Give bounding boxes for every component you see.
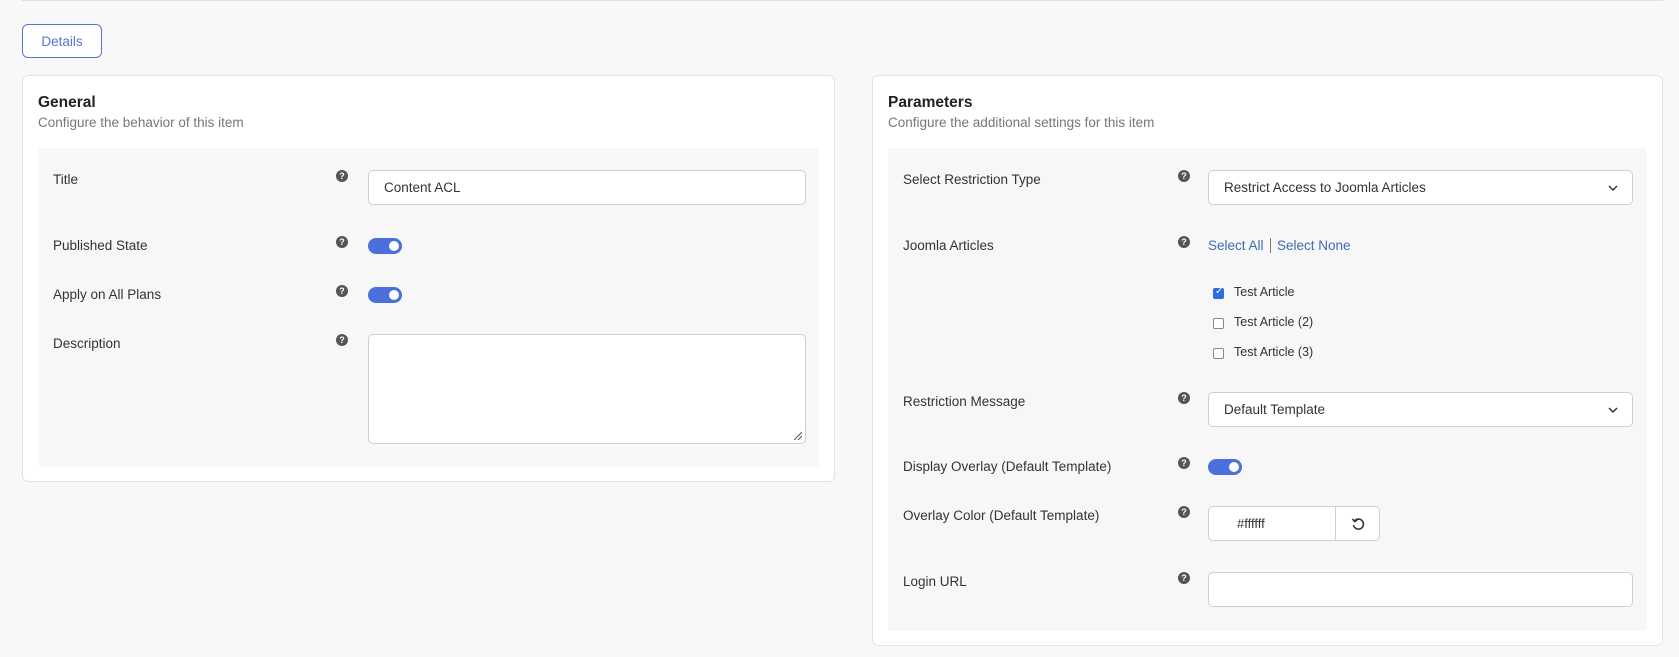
general-card: General Configure the behavior of this i… (22, 75, 835, 482)
joomla-articles-label: Joomla Articles (903, 238, 994, 253)
article-label-1: Test Article (1234, 285, 1295, 299)
overlay-color-group: #ffffff (1208, 506, 1380, 541)
parameters-form-panel: Select Restriction Type ? Restrict Acces… (888, 148, 1647, 631)
restriction-type-label: Select Restriction Type (903, 172, 1041, 187)
restriction-type-select[interactable]: Restrict Access to Joomla Articles (1208, 170, 1633, 205)
overlay-color-help-icon[interactable]: ? (1178, 506, 1190, 518)
general-title: General (38, 94, 96, 111)
restriction-type-value: Restrict Access to Joomla Articles (1224, 180, 1426, 195)
description-textarea[interactable] (368, 334, 806, 444)
description-label: Description (53, 336, 121, 351)
restriction-message-value: Default Template (1224, 402, 1326, 417)
article-label-2: Test Article (2) (1234, 315, 1314, 329)
login-url-help-icon[interactable]: ? (1178, 572, 1190, 584)
select-all-link[interactable]: Select All (1208, 238, 1264, 253)
parameters-card: Parameters Configure the additional sett… (872, 75, 1663, 646)
parameters-subtitle: Configure the additional settings for th… (888, 115, 1155, 130)
reset-color-button[interactable] (1336, 506, 1380, 541)
restriction-message-help-icon[interactable]: ? (1178, 392, 1190, 404)
title-label: Title (53, 172, 79, 187)
article-label-3: Test Article (3) (1234, 345, 1314, 359)
restriction-type-help-icon[interactable]: ? (1178, 170, 1190, 182)
display-overlay-help-icon[interactable]: ? (1178, 457, 1190, 469)
chevron-down-icon (1608, 407, 1618, 414)
title-input[interactable]: Content ACL (368, 170, 806, 205)
general-form-panel: Title ? Content ACL Published State ? Ap… (38, 148, 819, 467)
restriction-message-label: Restriction Message (903, 394, 1026, 409)
login-url-label: Login URL (903, 574, 967, 589)
reset-icon (1351, 517, 1364, 530)
chevron-down-icon (1608, 185, 1618, 192)
top-divider (22, 0, 1663, 1)
display-overlay-toggle[interactable] (1208, 459, 1242, 475)
apply-all-plans-label: Apply on All Plans (53, 287, 162, 302)
link-separator (1270, 238, 1271, 253)
published-state-label: Published State (53, 238, 148, 253)
details-tab-button[interactable]: Details (22, 24, 102, 58)
parameters-title: Parameters (888, 94, 973, 111)
article-checkbox-3[interactable] (1213, 348, 1224, 359)
published-state-help-icon[interactable]: ? (336, 236, 348, 248)
overlay-color-label: Overlay Color (Default Template) (903, 508, 1100, 523)
joomla-articles-help-icon[interactable]: ? (1178, 236, 1190, 248)
apply-all-plans-help-icon[interactable]: ? (336, 285, 348, 297)
display-overlay-label: Display Overlay (Default Template) (903, 459, 1112, 474)
restriction-message-select[interactable]: Default Template (1208, 392, 1633, 427)
apply-all-plans-toggle[interactable] (368, 287, 402, 303)
article-checkbox-1[interactable] (1213, 286, 1224, 299)
title-help-icon[interactable]: ? (336, 170, 348, 182)
select-none-link[interactable]: Select None (1277, 238, 1351, 253)
general-subtitle: Configure the behavior of this item (38, 115, 244, 130)
published-state-toggle[interactable] (368, 238, 402, 254)
article-checkbox-2[interactable] (1213, 318, 1224, 329)
description-help-icon[interactable]: ? (336, 334, 348, 346)
resize-handle-icon[interactable] (793, 431, 802, 440)
login-url-input[interactable] (1208, 572, 1633, 607)
overlay-color-input[interactable]: #ffffff (1208, 506, 1336, 541)
